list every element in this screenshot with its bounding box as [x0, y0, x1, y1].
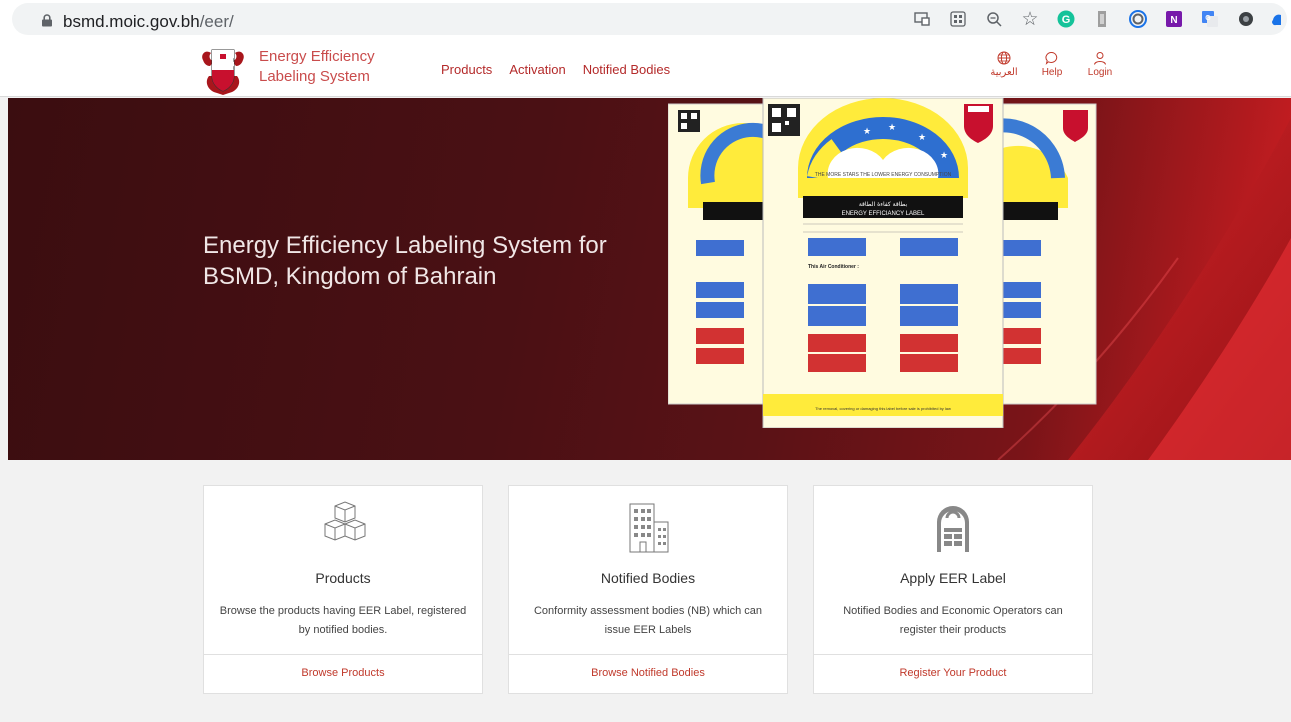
- globe-icon: [997, 51, 1011, 65]
- translate-icon[interactable]: G: [1199, 8, 1221, 30]
- svg-text:G: G: [1062, 14, 1071, 26]
- help-link[interactable]: Help: [1028, 51, 1076, 78]
- login-link[interactable]: Login: [1076, 51, 1124, 78]
- svg-text:G: G: [1205, 15, 1211, 22]
- svg-text:★: ★: [940, 151, 948, 161]
- browser-toolbar: bsmd.moic.gov.bh/eer/ ☆ G N G: [0, 0, 1291, 38]
- bahrain-emblem-logo[interactable]: [200, 46, 246, 96]
- brand-line-2: Labeling System: [259, 68, 370, 85]
- grammarly-icon[interactable]: G: [1055, 8, 1077, 30]
- boxes-icon: [204, 500, 482, 556]
- user-icon: [1094, 52, 1106, 65]
- products-card: Products Browse the products having EER …: [203, 485, 483, 694]
- cloud-extension-icon[interactable]: [1271, 8, 1281, 30]
- register-product-link[interactable]: Register Your Product: [814, 667, 1092, 679]
- label-title-en: ENERGY EFFICIANCY LABEL: [842, 211, 925, 217]
- card-divider: [509, 654, 787, 655]
- url-text[interactable]: bsmd.moic.gov.bh/eer/: [63, 12, 234, 32]
- hero-banner: Energy Efficiency Labeling System for BS…: [8, 98, 1291, 460]
- nav-notified-bodies[interactable]: Notified Bodies: [583, 62, 670, 77]
- main-nav: Products Activation Notified Bodies: [441, 62, 670, 77]
- lock-icon: [42, 14, 52, 27]
- browse-products-link[interactable]: Browse Products: [204, 667, 482, 679]
- label-appliance: This Air Conditioner :: [808, 264, 859, 270]
- nav-products[interactable]: Products: [441, 62, 492, 77]
- zoom-icon[interactable]: [983, 8, 1005, 30]
- extension-gray-icon[interactable]: [1091, 8, 1113, 30]
- label-title-ar: بطاقة كفاءة الطاقة: [859, 201, 908, 208]
- svg-text:N: N: [1170, 15, 1177, 26]
- label-footer: The removal, covering or damaging this l…: [815, 406, 951, 411]
- apply-eer-label-card: Apply EER Label Notified Bodies and Econ…: [813, 485, 1093, 694]
- install-app-icon[interactable]: [911, 8, 933, 30]
- card-divider: [204, 654, 482, 655]
- url-host: bsmd.moic.gov.bh: [63, 12, 200, 31]
- card-description: Notified Bodies and Economic Operators c…: [843, 605, 1063, 636]
- energy-label-front: ★ ★ ★ ★ THE MORE STARS THE LOWER ENERGY …: [762, 98, 1004, 428]
- browse-notified-bodies-link[interactable]: Browse Notified Bodies: [509, 667, 787, 679]
- language-switch[interactable]: العربية: [980, 51, 1028, 78]
- svg-text:★: ★: [863, 127, 871, 137]
- brand-line-1: Energy Efficiency: [259, 48, 375, 65]
- building-icon: [509, 500, 787, 556]
- energy-label-illustration: ★ ★ ★ ★ THE MORE STARS THE LOWER ENERGY …: [668, 98, 1097, 428]
- qr-code-icon[interactable]: [947, 8, 969, 30]
- card-description: Browse the products having EER Label, re…: [219, 605, 467, 636]
- onenote-icon[interactable]: N: [1163, 8, 1185, 30]
- bookmark-star-icon[interactable]: ☆: [1019, 8, 1041, 30]
- label-slogan: THE MORE STARS THE LOWER ENERGY CONSUMPT…: [815, 172, 952, 178]
- svg-text:★: ★: [888, 123, 896, 133]
- login-label: Login: [1087, 67, 1113, 78]
- header-actions: العربية Help Login: [980, 51, 1124, 78]
- site-brand[interactable]: Energy Efficiency Labeling System: [259, 47, 375, 87]
- card-title: Notified Bodies: [600, 570, 696, 586]
- card-title: Apply EER Label: [900, 570, 1006, 586]
- svg-text:★: ★: [918, 133, 926, 143]
- notified-bodies-card: Notified Bodies Conformity assessment bo…: [508, 485, 788, 694]
- label-icon: [814, 500, 1092, 556]
- language-label: العربية: [990, 67, 1018, 78]
- extension-circle-icon[interactable]: [1235, 8, 1257, 30]
- card-description: Conformity assessment bodies (NB) which …: [533, 605, 763, 636]
- extension-ring-icon[interactable]: [1127, 8, 1149, 30]
- help-label: Help: [1041, 67, 1063, 78]
- hero-title: Energy Efficiency Labeling System for BS…: [203, 232, 607, 290]
- url-path: /eer/: [199, 12, 234, 31]
- chat-bubble-icon: [1045, 52, 1058, 65]
- card-divider: [814, 654, 1092, 655]
- nav-activation[interactable]: Activation: [509, 62, 565, 77]
- browser-extensions: ☆ G N G: [897, 7, 1281, 31]
- card-title: Products: [315, 570, 371, 586]
